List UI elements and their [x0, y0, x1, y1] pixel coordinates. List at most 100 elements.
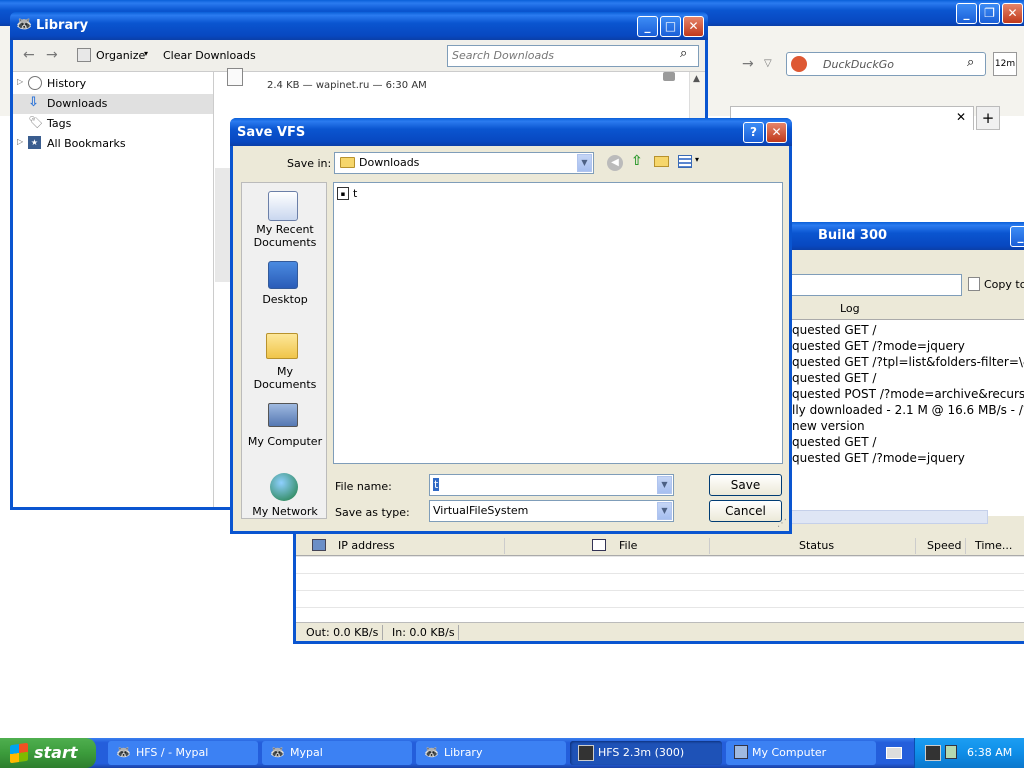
library-toolbar: ← → Organize ▾ Clear Downloads Search Do…: [13, 40, 705, 72]
sidebar-item-label: Tags: [47, 117, 72, 130]
bg-search-box[interactable]: DuckDuckGo ⌕: [786, 52, 986, 76]
tab-close-icon[interactable]: ✕: [956, 110, 966, 124]
column-ip-address[interactable]: IP address: [338, 539, 395, 552]
help-button[interactable]: ?: [743, 122, 764, 143]
desktop-icon: [268, 261, 298, 289]
library-minimize-button[interactable]: _: [637, 16, 658, 37]
bg-minimize-button[interactable]: _: [956, 3, 977, 24]
search-downloads-input[interactable]: Search Downloads ⌕: [447, 45, 699, 67]
connections-header: IP address File Status Speed Time...: [296, 536, 1024, 556]
clear-downloads-button[interactable]: Clear Downloads: [163, 49, 256, 62]
up-folder-icon[interactable]: ⇧: [631, 153, 643, 169]
file-item[interactable]: ▪ t: [337, 186, 367, 204]
place-my-recent-documents[interactable]: My Recent Documents: [242, 187, 326, 249]
places-bar: My Recent Documents Desktop My Documents…: [241, 182, 327, 519]
hfs-tray-icon[interactable]: [925, 745, 941, 761]
taskbar-item[interactable]: 🦝 Mypal: [262, 741, 412, 765]
column-divider: [965, 538, 966, 554]
expand-arrow-icon[interactable]: ▷: [17, 137, 23, 146]
file-list[interactable]: ▪ t: [333, 182, 783, 464]
save-as-type-select[interactable]: VirtualFileSystem ▼: [429, 500, 674, 522]
new-tab-button[interactable]: +: [976, 106, 1000, 130]
hfs-title: Build 300: [818, 228, 888, 243]
forward-arrow-icon[interactable]: →: [46, 47, 58, 63]
save-in-label: Save in:: [287, 157, 332, 170]
chevron-down-icon[interactable]: ▼: [657, 502, 672, 520]
log-panel: quested GET / quested GET /?mode=jquery …: [788, 320, 1024, 516]
taskbar-item[interactable]: 🦝 HFS / - Mypal: [108, 741, 258, 765]
view-dropdown-icon[interactable]: ▾: [695, 155, 699, 164]
hfs-statusbar: Out: 0.0 KB/s In: 0.0 KB/s: [296, 622, 1024, 641]
search-placeholder: Search Downloads: [452, 49, 554, 62]
file-item-label: t: [353, 187, 358, 200]
keyboard-icon[interactable]: [886, 747, 902, 759]
organize-dropdown-icon: ▾: [144, 49, 149, 58]
save-as-type-label: Save as type:: [335, 506, 410, 519]
resize-grip-icon[interactable]: ⋰: [777, 518, 787, 529]
file-name-input[interactable]: t ▼: [429, 474, 674, 496]
start-button[interactable]: start: [0, 738, 96, 768]
dialog-close-button[interactable]: ✕: [766, 122, 787, 143]
document-icon: [227, 68, 243, 86]
hfs-url-field[interactable]: [788, 274, 962, 296]
save-in-value: Downloads: [359, 156, 420, 169]
magnifier-icon[interactable]: ⌕: [967, 55, 974, 70]
column-speed[interactable]: Speed: [927, 539, 961, 552]
sidebar-item-tags[interactable]: 🏷 Tags: [13, 114, 213, 134]
raccoon-icon: 🦝: [116, 745, 131, 759]
organize-icon: [77, 48, 91, 62]
back-icon[interactable]: ◀: [607, 155, 623, 171]
search-icon[interactable]: ⌕: [680, 46, 687, 61]
taskbar-item-active[interactable]: HFS 2.3m (300): [570, 741, 722, 765]
place-desktop[interactable]: Desktop: [242, 257, 326, 313]
dropdown-icon[interactable]: ▽: [764, 58, 772, 69]
expand-arrow-icon[interactable]: ▷: [17, 77, 23, 86]
column-time[interactable]: Time...: [975, 539, 1012, 552]
hfs-minimize-button[interactable]: _: [1010, 226, 1024, 247]
log-line: quested GET /?mode=jquery: [792, 339, 965, 353]
forward-arrow-icon[interactable]: →: [742, 56, 754, 72]
copy-to-label: Copy to: [984, 278, 1024, 291]
library-maximize-button[interactable]: □: [660, 16, 681, 37]
chevron-down-icon[interactable]: ▼: [657, 476, 672, 494]
taskbar-item[interactable]: 🦝 Library: [416, 741, 566, 765]
sidebar-item-downloads[interactable]: ⇩ Downloads: [13, 94, 213, 114]
duckduckgo-icon: [791, 56, 807, 72]
save-in-select[interactable]: Downloads ▼: [334, 152, 594, 174]
save-button[interactable]: Save: [709, 474, 782, 496]
clock[interactable]: 6:38 AM: [967, 746, 1012, 759]
dialog-body: Save in: Downloads ▼ ◀ ⇧ ▾ My Recent Doc…: [233, 146, 789, 531]
log-line: new version: [792, 419, 865, 433]
back-arrow-icon[interactable]: ←: [23, 47, 35, 63]
connections-list: [296, 556, 1024, 622]
column-status[interactable]: Status: [799, 539, 834, 552]
bg-restore-button[interactable]: ❐: [979, 3, 1000, 24]
place-my-computer[interactable]: My Computer: [242, 399, 326, 455]
sidebar-item-label: All Bookmarks: [47, 137, 126, 150]
chevron-down-icon[interactable]: ▼: [577, 154, 592, 172]
download-item-meta: 2.4 KB — wapinet.ru — 6:30 AM: [267, 80, 427, 91]
bg-close-button[interactable]: ✕: [1002, 3, 1023, 24]
scroll-up-icon[interactable]: ▲: [693, 74, 700, 84]
organize-button[interactable]: Organize: [96, 49, 145, 62]
status-out: Out: 0.0 KB/s: [306, 626, 379, 639]
status-divider: [458, 625, 459, 640]
start-label: start: [34, 743, 78, 762]
log-scrollbar[interactable]: [788, 510, 988, 524]
cancel-button[interactable]: Cancel: [709, 500, 782, 522]
copy-to-clipboard-button[interactable]: Copy to: [966, 274, 1024, 296]
log-line: quested POST /?mode=archive&recursiv: [792, 387, 1024, 401]
taskbar-item[interactable]: My Computer: [726, 741, 876, 765]
library-close-button[interactable]: ✕: [683, 16, 704, 37]
sidebar-item-all-bookmarks[interactable]: ▷ ★ All Bookmarks: [13, 134, 213, 154]
view-menu-icon[interactable]: [678, 155, 692, 168]
folder-icon[interactable]: [663, 72, 675, 81]
column-file[interactable]: File: [619, 539, 637, 552]
network-tray-icon[interactable]: [945, 745, 957, 759]
raccoon-icon: 🦝: [424, 745, 439, 759]
new-folder-icon[interactable]: [654, 156, 669, 167]
log-line: quested GET /?mode=jquery: [792, 451, 965, 465]
place-my-network[interactable]: My Network: [242, 469, 326, 519]
sidebar-item-history[interactable]: ▷ History: [13, 74, 213, 94]
place-my-documents[interactable]: My Documents: [242, 329, 326, 391]
